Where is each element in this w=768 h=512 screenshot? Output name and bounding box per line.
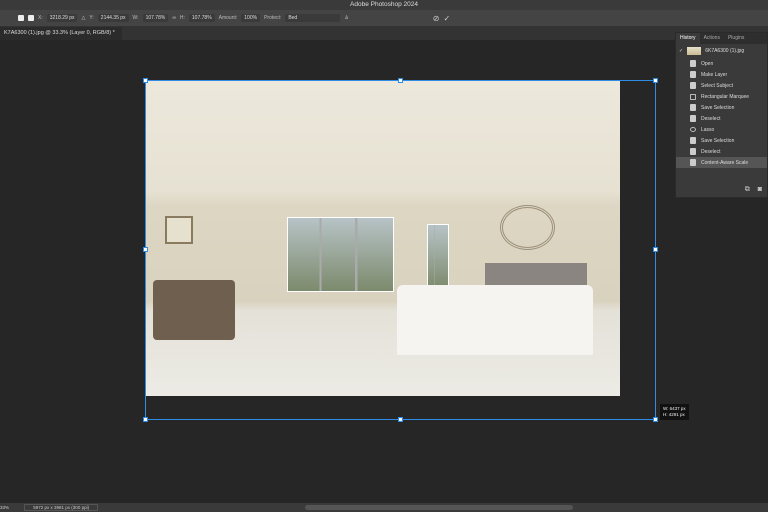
history-item-label: Make Layer — [701, 71, 728, 78]
transform-handle[interactable] — [653, 78, 658, 83]
w-field[interactable]: 107.78% — [142, 14, 169, 22]
history-item-label: Deselect — [701, 115, 721, 122]
history-item[interactable]: Lasso — [676, 124, 767, 135]
document-size[interactable]: 5972 px x 3981 px (300 ppi) — [24, 504, 99, 511]
transform-handle[interactable] — [653, 247, 658, 252]
history-item-label: Save Selection — [701, 137, 735, 144]
commit-check-icon[interactable]: ✓ — [444, 14, 451, 23]
tooltip-height: H: 4291 px — [663, 412, 685, 417]
options-bar: X: 3218.29 px △ Y: 2144.35 px W: 107.78% ∞ … — [0, 10, 768, 27]
marquee-icon — [690, 93, 696, 100]
delta-icon[interactable]: △ — [81, 15, 85, 21]
document-icon — [690, 104, 696, 111]
history-item-label: Rectangular Marquee — [701, 93, 750, 100]
tab-actions[interactable]: Actions — [700, 33, 724, 44]
history-snapshot[interactable]: ✓ 6K7A6300 (1).jpg — [676, 44, 767, 58]
history-item-label: Content-Aware Scale — [701, 159, 749, 166]
history-item-label: Save Selection — [701, 104, 735, 111]
transform-handle[interactable] — [143, 78, 148, 83]
history-item-label: Open — [701, 60, 714, 67]
history-item-label: Deselect — [701, 148, 721, 155]
history-item-label: Select Subject — [701, 82, 733, 89]
transform-handle[interactable] — [143, 247, 148, 252]
document-icon — [690, 115, 696, 122]
transform-handle[interactable] — [653, 417, 658, 422]
y-field[interactable]: 2144.35 px — [97, 14, 129, 22]
transform-handle[interactable] — [398, 78, 403, 83]
lasso-icon — [690, 127, 696, 132]
y-label: Y: — [89, 15, 94, 21]
history-item[interactable]: Select Subject — [676, 80, 767, 91]
document-icon — [690, 60, 696, 67]
cancel-icon[interactable]: ⊘ — [433, 14, 440, 23]
transform-handle[interactable] — [398, 417, 403, 422]
protect-select[interactable]: Bed — [285, 14, 341, 22]
document-icon — [690, 137, 696, 144]
document-tabs: K7A6300 (1).jpg @ 33.3% (Layer 0, RGB/8)… — [0, 27, 768, 40]
snapshot-label: 6K7A6300 (1).jpg — [705, 48, 745, 54]
history-item[interactable]: Save Selection — [676, 135, 767, 146]
reference-point-toggle[interactable] — [28, 15, 34, 21]
protect-label: Protect: — [264, 15, 282, 21]
history-panel: History Actions Plugins ✓ 6K7A6300 (1).j… — [675, 32, 768, 198]
amount-label: Amount: — [218, 15, 238, 21]
history-item[interactable]: Deselect — [676, 146, 767, 157]
document-icon — [690, 159, 696, 166]
x-label: X: — [38, 15, 43, 21]
tab-plugins[interactable]: Plugins — [724, 33, 748, 44]
tab-history[interactable]: History — [676, 33, 700, 44]
history-item[interactable]: Content-Aware Scale — [676, 157, 767, 168]
history-item-label: Lasso — [701, 126, 715, 133]
checkbox[interactable] — [18, 15, 24, 21]
h-label: H: — [179, 15, 185, 21]
document-icon — [690, 148, 696, 155]
horizontal-scrollbar[interactable] — [305, 505, 573, 510]
new-document-from-state-icon[interactable]: ⧉ — [745, 186, 750, 194]
snapshot-thumbnail — [687, 47, 702, 55]
history-item[interactable]: Deselect — [676, 113, 767, 124]
w-label: W: — [132, 15, 139, 21]
document-icon — [690, 71, 696, 78]
transform-handle[interactable] — [143, 417, 148, 422]
history-item[interactable]: Open — [676, 58, 767, 69]
camera-snapshot-icon[interactable]: ◙ — [758, 186, 762, 194]
history-item[interactable]: Make Layer — [676, 69, 767, 80]
history-item[interactable]: Save Selection — [676, 102, 767, 113]
transform-bounding-box[interactable] — [145, 80, 656, 420]
app-title: Adobe Photoshop 2024 — [0, 0, 768, 10]
amount-field[interactable]: 100% — [241, 14, 261, 22]
link-icon[interactable]: ∞ — [172, 15, 176, 21]
x-field[interactable]: 3218.29 px — [46, 14, 78, 22]
transform-size-tooltip: W: 6437 px H: 4291 px — [660, 404, 689, 420]
h-field[interactable]: 107.78% — [188, 14, 215, 22]
check-icon: ✓ — [679, 48, 684, 54]
zoom-level[interactable]: 33% — [0, 505, 9, 510]
document-tab[interactable]: K7A6300 (1).jpg @ 33.3% (Layer 0, RGB/8)… — [0, 27, 122, 40]
document-icon — [690, 82, 696, 89]
protect-skin-icon[interactable]: ♙ — [344, 15, 348, 21]
history-item[interactable]: Rectangular Marquee — [676, 91, 767, 102]
